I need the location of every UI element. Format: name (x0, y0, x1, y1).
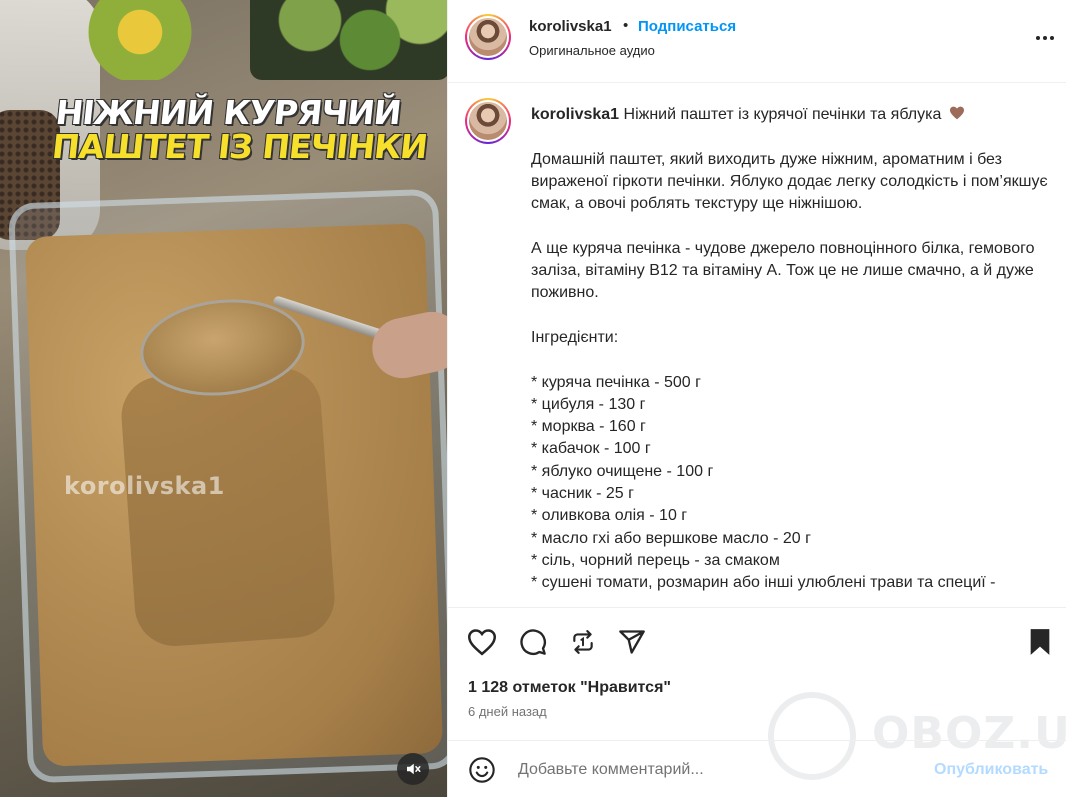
save-button[interactable] (1024, 626, 1056, 658)
ingredient-item: * оливкова олія - 10 г (531, 507, 688, 525)
post-timestamp[interactable]: 6 дней назад (468, 704, 547, 719)
caption-paragraph-1: Домашній паштет, який виходить дуже ніжн… (531, 150, 1048, 213)
post-details-panel: korolivska1 • Подписаться Оригинальное а… (447, 0, 1066, 797)
ingredient-item: * масло гхі або вершкове масло - 20 г (531, 529, 811, 547)
action-bar (448, 620, 1066, 664)
audio-link[interactable]: Оригинальное аудио (529, 43, 655, 58)
caption-paragraph-2: А ще куряча печінка - чудове джерело пов… (531, 239, 1035, 302)
comment-input[interactable] (518, 757, 918, 783)
comment-composer: Опубликовать (448, 740, 1066, 797)
caption-section: korolivska1 Ніжний паштет із курячої печ… (448, 84, 1066, 608)
comment-icon (520, 629, 546, 655)
author-username[interactable]: korolivska1 (529, 18, 612, 35)
ingredients-heading: Інгредієнти: (531, 328, 619, 346)
post-media[interactable]: НІЖНИЙ КУРЯЧИЙ ПАШТЕТ ІЗ ПЕЧІНКИ koroliv… (0, 0, 447, 797)
ingredient-item: * куряча печінка - 500 г (531, 373, 701, 391)
caption-author-avatar[interactable] (465, 98, 511, 144)
comment-button[interactable] (517, 626, 549, 658)
caption-username[interactable]: korolivska1 (531, 106, 619, 123)
share-button[interactable] (616, 626, 648, 658)
overlay-title-line2: ПАШТЕТ ІЗ ПЕЧІНКИ (50, 127, 429, 166)
mute-button[interactable] (397, 753, 429, 785)
video-overlay-title: НІЖНИЙ КУРЯЧИЙ ПАШТЕТ ІЗ ПЕЧІНКИ (50, 93, 432, 166)
smiley-icon (469, 757, 495, 783)
brown-heart-icon (949, 106, 964, 120)
microgreens-tray (250, 0, 447, 80)
like-button[interactable] (466, 626, 498, 658)
bookmark-icon (1030, 629, 1050, 655)
emoji-button[interactable] (468, 756, 496, 784)
video-watermark: korolivska1 (64, 472, 225, 500)
more-options-icon[interactable] (1036, 36, 1054, 40)
ingredient-item: * морква - 160 г (531, 418, 646, 436)
muted-speaker-icon (407, 763, 421, 775)
post-caption: korolivska1 Ніжний паштет із курячої печ… (531, 104, 1051, 595)
publish-button[interactable]: Опубликовать (934, 761, 1048, 779)
overlay-title-line1: НІЖНИЙ КУРЯЧИЙ (53, 93, 403, 132)
share-icon (619, 630, 645, 654)
follow-button[interactable]: Подписаться (638, 18, 736, 35)
ingredient-item: * кабачок - 100 г (531, 440, 651, 458)
ingredient-item: * цибуля - 130 г (531, 395, 646, 413)
decor-plant (85, 0, 195, 80)
author-avatar[interactable] (465, 14, 511, 60)
ingredient-item: * яблуко очищене - 100 г (531, 462, 714, 480)
repost-button[interactable] (567, 626, 599, 658)
repost-icon (573, 630, 593, 654)
ingredient-item: * сіль, чорний перець - за смаком (531, 551, 780, 569)
post-header: korolivska1 • Подписаться Оригинальное а… (448, 0, 1066, 83)
ingredient-item: * часник - 25 г (531, 485, 634, 503)
likes-count[interactable]: 1 128 отметок "Нравится" (468, 679, 671, 697)
pate-groove (118, 365, 338, 649)
separator-dot: • (623, 17, 629, 34)
heart-icon (467, 629, 497, 656)
ingredient-item: * сушені томати, розмарин або інші улюбл… (531, 574, 996, 592)
caption-title: Ніжний паштет із курячої печінки та яблу… (623, 106, 942, 123)
